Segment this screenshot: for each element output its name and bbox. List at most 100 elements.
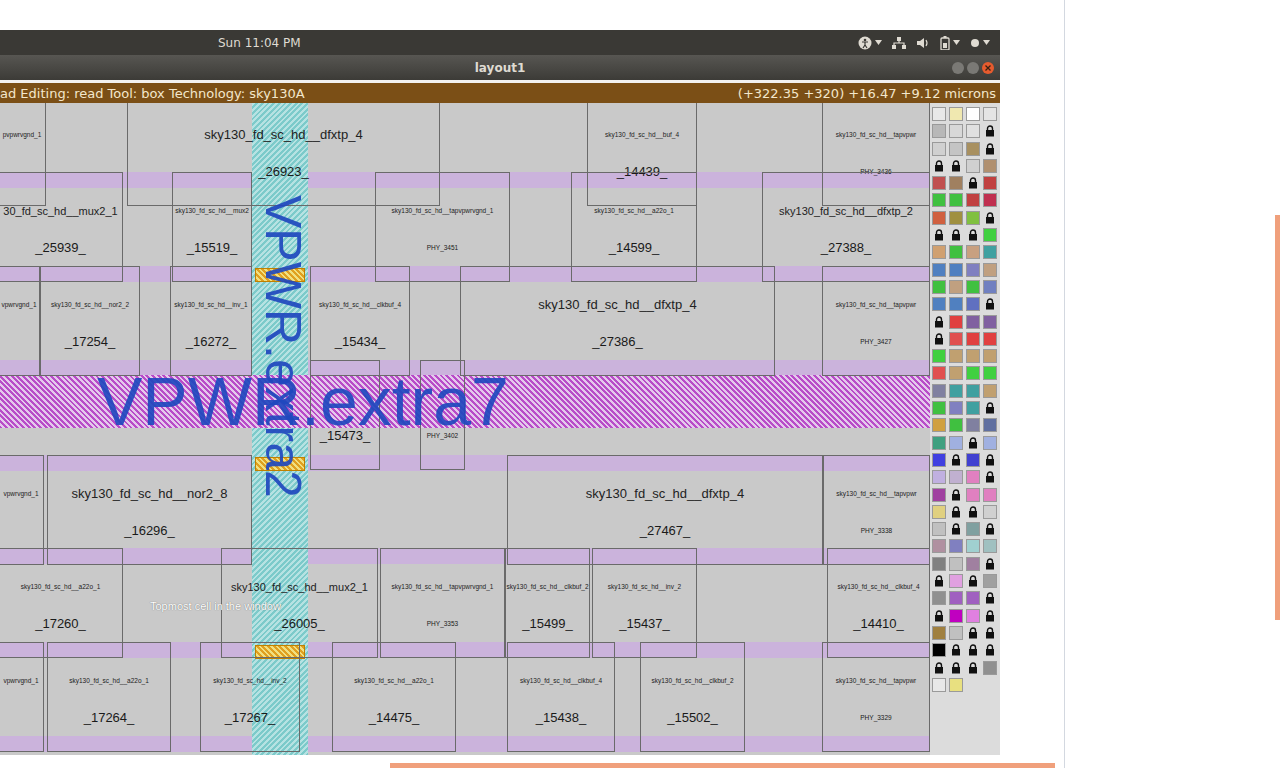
layer-swatch[interactable] <box>966 193 980 207</box>
close-button[interactable] <box>982 62 994 74</box>
locked-layer[interactable] <box>966 574 980 588</box>
layer-swatch[interactable] <box>983 661 997 675</box>
locked-layer[interactable] <box>983 591 997 605</box>
layer-swatch[interactable] <box>949 176 963 190</box>
cell-instance[interactable]: vpwrvgnd_1 <box>0 266 40 376</box>
layer-swatch[interactable] <box>966 384 980 398</box>
layer-swatch[interactable] <box>932 349 946 363</box>
locked-layer[interactable] <box>983 211 997 225</box>
locked-layer[interactable] <box>932 661 946 675</box>
layer-swatch[interactable] <box>932 643 946 657</box>
layer-swatch[interactable] <box>949 245 963 259</box>
layer-swatch[interactable] <box>949 124 963 138</box>
locked-layer[interactable] <box>932 159 946 173</box>
layer-swatch[interactable] <box>966 124 980 138</box>
locked-layer[interactable] <box>932 574 946 588</box>
layer-swatch[interactable] <box>932 436 946 450</box>
layer-swatch[interactable] <box>932 522 946 536</box>
layer-swatch[interactable] <box>932 488 946 502</box>
layer-swatch[interactable] <box>983 366 997 380</box>
locked-layer[interactable] <box>983 142 997 156</box>
locked-layer[interactable] <box>983 470 997 484</box>
layer-swatch[interactable] <box>966 159 980 173</box>
locked-layer[interactable] <box>966 436 980 450</box>
locked-layer[interactable] <box>932 315 946 329</box>
layer-swatch[interactable] <box>932 124 946 138</box>
layer-swatch[interactable] <box>966 453 980 467</box>
layer-swatch[interactable] <box>932 470 946 484</box>
layer-swatch[interactable] <box>966 418 980 432</box>
layer-swatch[interactable] <box>966 245 980 259</box>
layer-swatch[interactable] <box>932 142 946 156</box>
layer-swatch[interactable] <box>983 176 997 190</box>
layer-swatch[interactable] <box>949 574 963 588</box>
layer-swatch[interactable] <box>966 332 980 346</box>
layer-swatch[interactable] <box>983 332 997 346</box>
locked-layer[interactable] <box>983 557 997 571</box>
scroll-indicator[interactable] <box>1275 215 1280 620</box>
layer-swatch[interactable] <box>983 193 997 207</box>
layer-swatch[interactable] <box>932 539 946 553</box>
layer-swatch[interactable] <box>949 418 963 432</box>
layer-swatch[interactable] <box>949 626 963 640</box>
layer-swatch[interactable] <box>983 315 997 329</box>
layer-swatch[interactable] <box>949 557 963 571</box>
layer-swatch[interactable] <box>949 436 963 450</box>
layer-swatch[interactable] <box>966 401 980 415</box>
layer-swatch[interactable] <box>966 263 980 277</box>
locked-layer[interactable] <box>983 297 997 311</box>
cell-instance[interactable]: sky130_fd_sc_hd__dfxtp_4_27386_ <box>460 266 775 376</box>
locked-layer[interactable] <box>949 159 963 173</box>
layer-swatch[interactable] <box>949 384 963 398</box>
layer-swatch[interactable] <box>983 159 997 173</box>
layer-swatch[interactable] <box>966 591 980 605</box>
locked-layer[interactable] <box>966 176 980 190</box>
cell-instance[interactable]: sky130_fd_sc_hd__clkbuf_4_15438_ <box>507 642 615 752</box>
layer-swatch[interactable] <box>949 193 963 207</box>
layer-swatch[interactable] <box>966 470 980 484</box>
cell-instance[interactable]: sky130_fd_sc_hd__clkbuf_2_15502_ <box>640 642 745 752</box>
layer-swatch[interactable] <box>949 332 963 346</box>
layer-swatch[interactable] <box>949 297 963 311</box>
minimize-button[interactable] <box>952 62 964 74</box>
locked-layer[interactable] <box>983 124 997 138</box>
layer-swatch[interactable] <box>949 401 963 415</box>
layer-swatch[interactable] <box>932 297 946 311</box>
layer-swatch[interactable] <box>983 488 997 502</box>
locked-layer[interactable] <box>949 661 963 675</box>
cell-instance[interactable]: sky130_fd_sc_hd__buf_4_14439_ <box>587 103 697 206</box>
layout-canvas[interactable]: pvpwrvgnd_1 sky130_fd_sc_hd__dfxtp_4_2692… <box>0 103 930 755</box>
cell-instance[interactable]: sky130_fd_sc_hd__dfxtp_4_26923_ <box>127 103 440 206</box>
maximize-button[interactable] <box>967 62 979 74</box>
layer-swatch[interactable] <box>949 470 963 484</box>
layer-swatch[interactable] <box>983 418 997 432</box>
battery-menu[interactable] <box>940 36 960 50</box>
cell-instance[interactable]: pvpwrvgnd_1 <box>0 103 46 206</box>
locked-layer[interactable] <box>932 609 946 623</box>
layer-swatch[interactable] <box>932 245 946 259</box>
cell-instance[interactable]: vpwrvgnd_1 <box>0 642 44 752</box>
locked-layer[interactable] <box>983 401 997 415</box>
locked-layer[interactable] <box>932 332 946 346</box>
layer-swatch[interactable] <box>949 211 963 225</box>
layer-swatch[interactable] <box>932 366 946 380</box>
layer-swatch[interactable] <box>983 574 997 588</box>
locked-layer[interactable] <box>949 228 963 242</box>
layer-swatch[interactable] <box>966 557 980 571</box>
accessibility-menu[interactable] <box>858 36 882 50</box>
layer-swatch[interactable] <box>932 280 946 294</box>
locked-layer[interactable] <box>949 643 963 657</box>
layer-swatch[interactable] <box>932 678 946 692</box>
layer-swatch[interactable] <box>949 349 963 363</box>
layer-swatch[interactable] <box>966 522 980 536</box>
layer-swatch[interactable] <box>983 245 997 259</box>
locked-layer[interactable] <box>983 522 997 536</box>
locked-layer[interactable] <box>966 661 980 675</box>
layer-swatch[interactable] <box>932 107 946 121</box>
clock[interactable]: Sun 11:04 PM <box>0 36 858 50</box>
cell-instance[interactable]: sky130_fd_sc_hd__inv_1_16272_ <box>170 266 252 376</box>
cell-instance[interactable]: sky130_fd_sc_hd__nor2_2_17254_ <box>40 266 140 376</box>
layer-swatch[interactable] <box>932 176 946 190</box>
cell-instance[interactable]: sky130_fd_sc_hd__a22o_1_17264_ <box>47 642 171 752</box>
locked-layer[interactable] <box>983 626 997 640</box>
